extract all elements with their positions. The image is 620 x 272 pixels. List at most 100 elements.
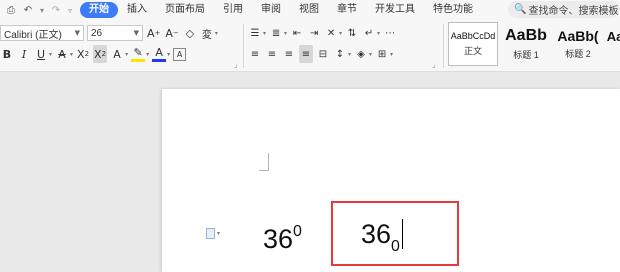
chevron-down-icon: ▼: [74, 29, 80, 37]
justify-icon[interactable]: ≡: [299, 45, 313, 63]
align-left-icon[interactable]: ≡: [248, 45, 262, 63]
paragraph-handle[interactable]: ▾: [206, 228, 220, 239]
style-heading-2[interactable]: AaBb( 标题 2: [554, 22, 602, 66]
font-color-icon[interactable]: A: [152, 46, 167, 62]
align-center-icon[interactable]: ≡: [265, 45, 279, 63]
font-dialog-launcher-icon[interactable]: ⌟: [234, 60, 238, 69]
numbered-dropdown-icon[interactable]: ▾: [284, 30, 287, 37]
clear-format-icon[interactable]: ◇: [183, 24, 197, 42]
shrink-font-icon[interactable]: A −: [164, 24, 179, 42]
tab-page-layout[interactable]: 页面布局: [156, 2, 214, 18]
font-name-select[interactable]: Calibri (正文) ▼: [0, 25, 84, 41]
tab-references[interactable]: 引用: [214, 2, 252, 18]
ribbon-tabs: 开始 插入 页面布局 引用 审阅 视图 章节 开发工具 特色功能: [80, 2, 482, 18]
table-borders-icon[interactable]: ⋯: [383, 24, 397, 42]
shading-dropdown-icon[interactable]: ▾: [369, 51, 372, 58]
paragraph-row-2: ≡ ≡ ≡ ≡ ⊟ ↕ ▾ ◈ ▾ ⊞ ▾: [248, 45, 393, 63]
tab-features[interactable]: 特色功能: [424, 2, 482, 18]
styles-gallery: AaBbCcDd 正文 AaBb 标题 1 AaBb( 标题 2 Aa: [448, 22, 620, 66]
character-border-icon[interactable]: A: [173, 47, 187, 61]
borders-dropdown-icon[interactable]: ▾: [390, 51, 393, 58]
highlight-icon[interactable]: ✎: [131, 46, 146, 62]
style-sample: AaBb(: [557, 28, 599, 44]
font-size-select[interactable]: 26 ▼: [87, 25, 143, 41]
sort-icon[interactable]: ⇅: [345, 24, 359, 42]
italic-icon[interactable]: I: [17, 45, 31, 63]
phonetic-guide-icon[interactable]: 変: [200, 24, 214, 42]
chevron-down-icon: ▼: [133, 29, 139, 37]
tab-section[interactable]: 章节: [328, 2, 366, 18]
undo-dropdown-icon[interactable]: ▾: [38, 6, 46, 15]
underline-dropdown-icon[interactable]: ▾: [49, 51, 52, 58]
style-label: 标题 2: [565, 49, 591, 59]
subscript-index: 0: [391, 238, 400, 255]
undo-icon[interactable]: ↶: [21, 3, 35, 17]
show-marks-icon[interactable]: ↵: [362, 24, 376, 42]
underline-icon[interactable]: U: [34, 45, 48, 63]
numbered-list-icon[interactable]: ≣: [269, 24, 283, 42]
tab-view[interactable]: 视图: [290, 2, 328, 18]
margin-corner-mark: [259, 153, 269, 171]
highlight-dropdown-icon[interactable]: ▾: [146, 51, 149, 58]
style-heading-3[interactable]: Aa: [606, 22, 620, 66]
subscript-base: 36: [361, 219, 392, 249]
text-effect-icon[interactable]: A: [110, 45, 124, 63]
tab-review[interactable]: 审阅: [252, 2, 290, 18]
superscript-icon[interactable]: X2: [76, 45, 90, 63]
group-divider: [443, 24, 444, 68]
print-preview-icon[interactable]: ⎙: [4, 3, 18, 17]
ribbon-tab-bar: ⎙ ↶ ▾ ↷ ▿ 开始 插入 页面布局 引用 审阅 视图 章节 开发工具 特色…: [0, 0, 620, 20]
style-label: 正文: [463, 46, 482, 56]
strikethrough-dropdown-icon[interactable]: ▾: [70, 51, 73, 58]
chinese-layout-dropdown-icon[interactable]: ▾: [339, 30, 342, 37]
bullet-dropdown-icon[interactable]: ▾: [263, 30, 266, 37]
align-right-icon[interactable]: ≡: [282, 45, 296, 63]
search-icon: 🔍: [514, 4, 527, 15]
chinese-layout-icon[interactable]: ✕: [324, 24, 338, 42]
redo-icon[interactable]: ↷: [49, 3, 63, 17]
distributed-align-icon[interactable]: ⊟: [316, 45, 330, 63]
font-color-dropdown-icon[interactable]: ▾: [167, 51, 170, 58]
group-divider: [243, 24, 244, 68]
font-name-value: Calibri (正文): [4, 29, 62, 41]
style-heading-1[interactable]: AaBb 标题 1: [502, 22, 550, 66]
style-sample: AaBbCcDd: [450, 31, 496, 41]
home-ribbon: Calibri (正文) ▼ 26 ▼ A + A − ◇ 変 ▾ B I U ▾ A ▾…: [0, 20, 620, 72]
text-effect-dropdown-icon[interactable]: ▾: [125, 51, 128, 58]
font-row-2: B I U ▾ A ▾ X2 X2 A ▾ ✎ ▾ A ▾ A: [0, 45, 187, 63]
decrease-indent-icon[interactable]: ⇤: [290, 24, 304, 42]
command-search-box[interactable]: 🔍 查找命令、搜索模板: [508, 1, 620, 18]
phonetic-dropdown-icon[interactable]: ▾: [215, 30, 218, 37]
document-icon: [206, 228, 215, 239]
bold-icon[interactable]: B: [0, 45, 14, 63]
grow-font-icon[interactable]: A +: [146, 24, 161, 42]
chevron-down-icon: ▾: [217, 230, 221, 237]
bullet-list-icon[interactable]: ☰: [248, 24, 262, 42]
document-workspace: [0, 73, 620, 272]
borders-icon[interactable]: ⊞: [375, 45, 389, 63]
line-spacing-dropdown-icon[interactable]: ▾: [348, 51, 351, 58]
paragraph-dialog-launcher-icon[interactable]: ⌟: [432, 60, 436, 69]
line-spacing-icon[interactable]: ↕: [333, 45, 347, 63]
quick-access-toolbar: ⎙ ↶ ▾ ↷ ▿: [0, 3, 74, 17]
strikethrough-icon[interactable]: A: [55, 45, 69, 63]
tab-insert[interactable]: 插入: [118, 2, 156, 18]
style-sample: AaBb: [505, 27, 547, 44]
tab-developer[interactable]: 开发工具: [366, 2, 424, 18]
superscript-text[interactable]: 360: [263, 215, 302, 256]
style-label: 标题 1: [513, 50, 539, 60]
subscript-text[interactable]: 36 0: [361, 217, 403, 255]
shading-icon[interactable]: ◈: [354, 45, 368, 63]
customize-icon[interactable]: ▿: [66, 6, 74, 15]
font-size-value: 26: [91, 27, 103, 39]
paragraph-row-1: ☰ ▾ ≣ ▾ ⇤ ⇥ ✕ ▾ ⇅ ↵ ▾ ⋯: [248, 24, 397, 42]
font-row-1: Calibri (正文) ▼ 26 ▼ A + A − ◇ 変 ▾: [0, 24, 218, 42]
subscript-icon[interactable]: X2: [93, 45, 108, 63]
superscript-base: 36: [263, 224, 294, 254]
style-normal[interactable]: AaBbCcDd 正文: [448, 22, 498, 66]
show-marks-dropdown-icon[interactable]: ▾: [377, 30, 380, 37]
tab-home[interactable]: 开始: [80, 2, 118, 18]
text-cursor: [401, 219, 403, 249]
increase-indent-icon[interactable]: ⇥: [307, 24, 321, 42]
search-placeholder: 查找命令、搜索模板: [528, 6, 619, 17]
